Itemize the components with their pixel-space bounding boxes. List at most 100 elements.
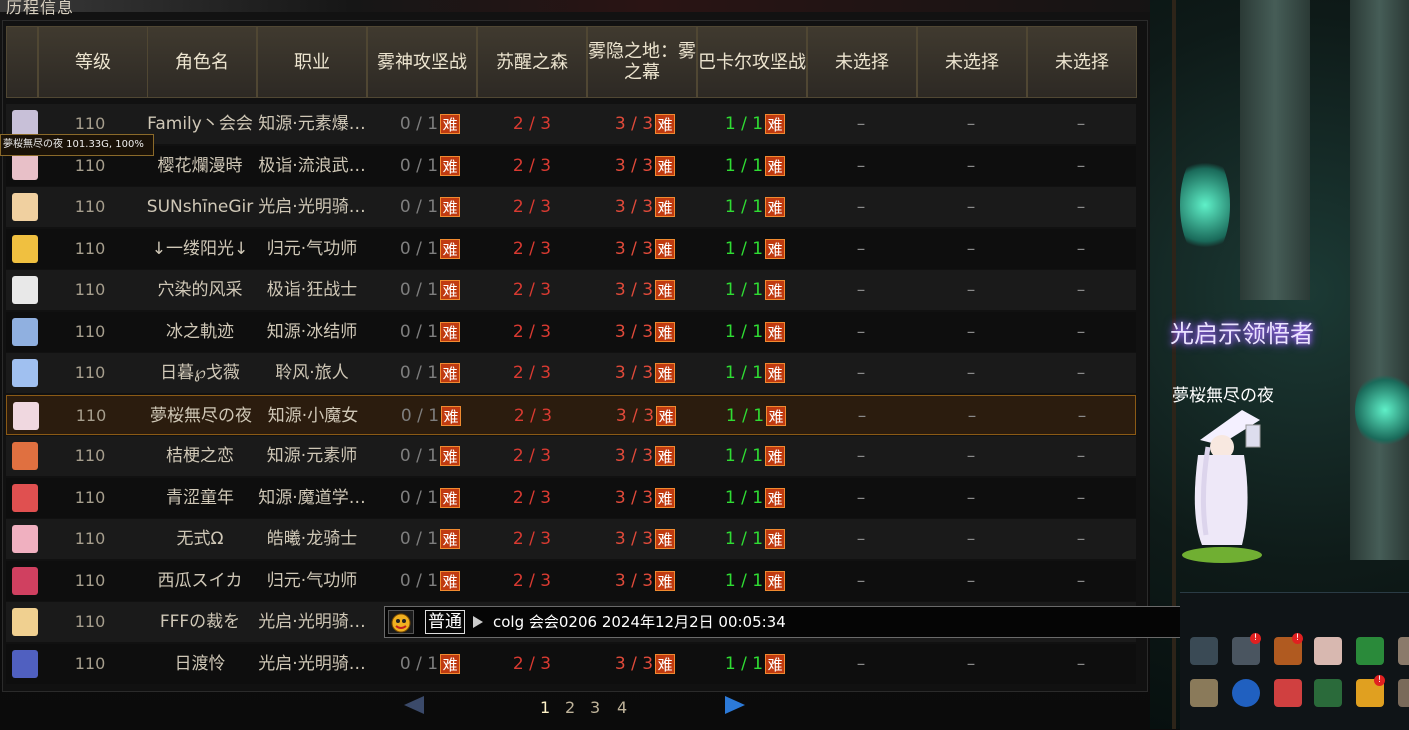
misc-icon[interactable] <box>1398 637 1409 665</box>
table-row[interactable]: 110 Family丶会会 知源·元素爆… 0 / 1难2 / 33 / 3难1 / … <box>6 104 1136 144</box>
avatar-icon[interactable] <box>1274 679 1302 707</box>
unselected-cell: – <box>1026 270 1136 310</box>
header-cell[interactable]: 巴卡尔攻坚战 <box>697 26 807 98</box>
character-avatar-icon <box>13 401 39 430</box>
table-row[interactable]: 110 日暮℘戈薇 聆风·旅人 0 / 1难2 / 33 / 3难1 / 1 难 – – – <box>6 353 1136 393</box>
unselected-cell-text: – <box>1077 405 1087 426</box>
header-cell[interactable]: 雾神攻坚战 <box>367 26 477 98</box>
raid-progress-cell: 2 / 3 <box>480 312 584 352</box>
table-row[interactable]: 110 穴染的风采 极诣·狂战士 0 / 1难2 / 33 / 3难1 / 1 难 – – – <box>6 270 1136 310</box>
chat-channel-button[interactable]: 普通 <box>425 610 465 634</box>
next-page-arrow-icon[interactable] <box>725 696 745 714</box>
notepad-icon[interactable] <box>1190 679 1218 707</box>
unselected-cell-text: – <box>966 529 976 549</box>
unselected-cell-text: – <box>856 321 866 342</box>
raid-progress-cell: 2 / 3 <box>480 187 584 227</box>
table-row[interactable]: 110 西瓜スイカ 归元·气功师 0 / 1难2 / 33 / 3难1 / 1 难 – – – <box>6 560 1136 601</box>
job-cell-text: 极诣·流浪武… <box>258 155 366 176</box>
raid-progress-cell-text: 0 / 1 <box>399 487 439 508</box>
table-row[interactable]: 110 日渡怜 光启·光明骑… 0 / 1难2 / 33 / 3难1 / 1 难 – – – <box>6 643 1136 684</box>
difficulty-badge-icon: 难 <box>440 238 461 259</box>
name-cell-text: SUNshīneGir <box>146 197 254 217</box>
header-cell[interactable]: 角色名 <box>147 26 257 98</box>
name-cell-text: 日暮℘戈薇 <box>160 363 240 383</box>
table-row[interactable]: 110 无式Ω 皓曦·龙骑士 0 / 1难2 / 33 / 3难1 / 1 难 – – – <box>6 519 1136 559</box>
job-cell-text: 光启·光明骑… <box>258 612 366 632</box>
chat-input-bar[interactable]: 普通 colg 会会0206 2024年12月2日 00:05:34 <box>384 606 1248 638</box>
unselected-cell: – <box>1026 229 1136 269</box>
header-cell[interactable]: 职业 <box>257 26 367 98</box>
unselected-cell-text: – <box>1076 487 1086 508</box>
unselected-cell: – <box>806 146 916 186</box>
table-row[interactable]: 110 SUNshīneGir 光启·光明骑… 0 / 1难2 / 33 / 3难1 … <box>6 187 1136 227</box>
name-cell-text: 西瓜スイカ <box>157 570 243 591</box>
raid-progress-cell-text: 3 / 3 <box>614 570 654 591</box>
table-row[interactable]: 110 ↓一缕阳光↓ 归元·气功师 0 / 1难2 / 33 / 3难1 / 1 难 – –… <box>6 228 1136 269</box>
raid-progress-cell-text: 3 / 3 <box>614 155 654 176</box>
unselected-cell: – <box>806 519 916 559</box>
unselected-cell-text: – <box>856 197 866 217</box>
difficulty-badge-icon: 难 <box>655 321 676 342</box>
raid-progress-cell: 3 / 3难 <box>590 478 700 518</box>
page-number-link[interactable]: 4 <box>617 698 627 717</box>
character-portrait-icon[interactable] <box>1314 637 1342 665</box>
header-cell[interactable]: 未选择 <box>1027 26 1137 98</box>
misc-icon[interactable] <box>1398 679 1409 707</box>
difficulty-badge-icon: 难 <box>656 405 677 426</box>
table-row[interactable]: 110 冰之軌迹 知源·冰结师 0 / 1难2 / 33 / 3难1 / 1 难 – – – <box>6 311 1136 352</box>
header-cell[interactable]: 未选择 <box>917 26 1027 98</box>
hud-shortcut-panel: ! ! ! <box>1180 592 1409 730</box>
raid-progress-cell-text: 3 / 3 <box>615 405 655 426</box>
level-cell: 110 <box>38 436 142 476</box>
table-row[interactable]: 110 青涩童年 知源·魔道学… 0 / 1难2 / 33 / 3难1 / 1 难 – – – <box>6 477 1136 518</box>
unselected-cell: – <box>806 104 916 144</box>
gift-box-icon[interactable] <box>1356 637 1384 665</box>
chat-message-input[interactable]: colg 会会0206 2024年12月2日 00:05:34 <box>493 607 786 637</box>
header-cell[interactable]: 苏醒之森 <box>477 26 587 98</box>
table-row[interactable]: 110 桔梗之恋 知源·元素师 0 / 1难2 / 33 / 3难1 / 1 难 – – – <box>6 436 1136 476</box>
difficulty-badge-icon: 难 <box>655 487 676 508</box>
house-icon[interactable]: ! <box>1274 633 1303 665</box>
table-row[interactable]: 110 樱花爛漫時 极诣·流浪武… 0 / 1难2 / 33 / 3难1 / 1 难 – –… <box>6 145 1136 186</box>
level-cell-text: 110 <box>74 487 106 507</box>
level-cell: 110 <box>38 353 142 393</box>
unselected-cell: – <box>917 396 1027 436</box>
prev-page-arrow-icon[interactable] <box>404 696 424 714</box>
settings-gear-icon[interactable] <box>1190 637 1218 665</box>
raid-progress-cell-text: 2 / 3 <box>512 197 552 217</box>
raid-progress-cell-text: 2 / 3 <box>512 487 552 508</box>
difficulty-badge-icon: 难 <box>765 487 786 508</box>
raid-progress-cell-text: 2 / 3 <box>512 529 552 549</box>
raid-progress-cell: 3 / 3难 <box>590 561 700 601</box>
level-cell-text: 110 <box>75 405 107 425</box>
name-cell: 桔梗之恋 <box>144 436 256 476</box>
speaker-icon[interactable]: ! <box>1232 633 1261 665</box>
unselected-cell: – <box>916 644 1026 684</box>
panel-title-bar: 历程信息 <box>0 0 1175 17</box>
raid-progress-cell: 0 / 1难 <box>380 312 480 352</box>
page-number-link[interactable]: 2 <box>565 698 575 717</box>
raid-progress-cell-text: 0 / 1 <box>399 114 439 134</box>
header-cell[interactable]: 未选择 <box>807 26 917 98</box>
raid-progress-cell-text: 1 / 1 <box>725 405 765 426</box>
guild-icon[interactable] <box>1314 679 1342 707</box>
character-sprite[interactable] <box>1180 405 1270 565</box>
header-cell[interactable]: 等级 <box>38 26 148 98</box>
difficulty-badge-icon: 难 <box>440 570 461 591</box>
page-number-link[interactable]: 3 <box>590 698 600 717</box>
job-cell-text: 极诣·狂战士 <box>266 280 358 300</box>
raid-progress-cell: 0 / 1难 <box>380 146 480 186</box>
table-row[interactable]: 110 夢桜無尽の夜 知源·小魔女 0 / 1难2 / 33 / 3难1 / 1 难 – –… <box>6 394 1136 436</box>
difficulty-badge-icon: 难 <box>440 446 461 466</box>
header-cell[interactable]: 雾隐之地：雾之幕 <box>587 26 697 98</box>
emoticon-icon[interactable] <box>388 610 414 634</box>
level-cell-text: 110 <box>74 570 106 590</box>
d-shop-icon[interactable]: ! <box>1356 675 1385 707</box>
difficulty-badge-icon: 难 <box>655 114 676 134</box>
page-number-link[interactable]: 1 <box>540 698 550 717</box>
name-cell: 无式Ω <box>144 519 256 559</box>
globe-icon[interactable] <box>1232 679 1260 707</box>
unselected-cell-text: – <box>856 155 866 176</box>
raid-progress-cell: 3 / 3难 <box>590 229 700 269</box>
unselected-cell: – <box>916 353 1026 393</box>
